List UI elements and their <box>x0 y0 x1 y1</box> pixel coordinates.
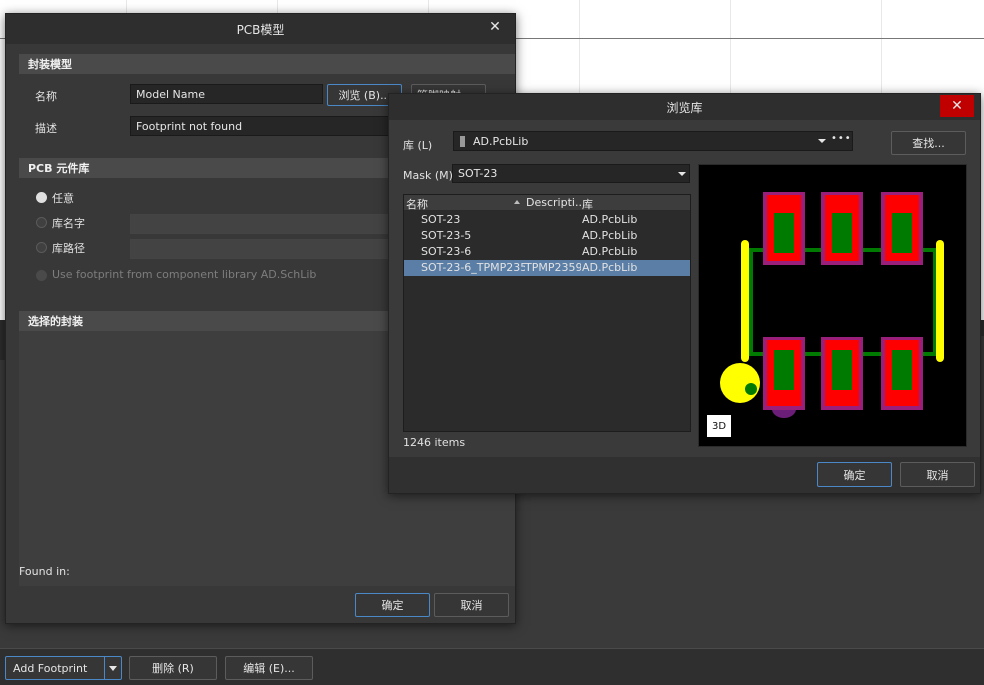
main-cancel-button[interactable]: 取消 <box>434 593 509 617</box>
library-select[interactable]: AD.PcbLib ••• <box>453 131 853 151</box>
column-header-library[interactable]: 库 <box>582 196 593 212</box>
library-file-icon <box>460 135 465 147</box>
list-item[interactable]: SOT-23 AD.PcbLib <box>404 212 690 228</box>
add-footprint-button[interactable]: Add Footprint <box>5 656 105 680</box>
row-name: SOT-23-5 <box>421 229 472 242</box>
edit-label: 编辑 (E)... <box>243 662 295 675</box>
browse-cancel-label: 取消 <box>926 468 949 482</box>
preview-3d-label: 3D <box>711 420 727 432</box>
browse-ok-label: 确定 <box>843 468 866 482</box>
close-icon[interactable]: ✕ <box>940 95 974 117</box>
edit-button[interactable]: 编辑 (E)... <box>225 656 313 680</box>
row-library: AD.PcbLib <box>582 229 638 242</box>
row-name: SOT-23 <box>421 213 461 226</box>
selected-footprint-section-label: 选择的封装 <box>28 315 83 328</box>
library-select-value: AD.PcbLib <box>473 134 529 148</box>
bottom-pads <box>763 337 923 410</box>
mask-input[interactable]: SOT-23 <box>452 164 690 183</box>
browse-ok-button[interactable]: 确定 <box>817 462 892 487</box>
dialog-title: PCB模型 <box>236 22 285 37</box>
dropdown-arrow-icon <box>818 139 826 143</box>
mask-value: SOT-23 <box>458 167 498 180</box>
find-label: 查找... <box>912 137 945 150</box>
close-icon[interactable]: ✕ <box>483 14 507 40</box>
list-item[interactable]: SOT-23-5 AD.PcbLib <box>404 228 690 244</box>
column-header-description[interactable]: Descripti... <box>526 196 585 209</box>
model-name-field[interactable]: Model Name <box>130 84 323 104</box>
library-label: 库 (L) <box>403 139 433 152</box>
list-item[interactable]: SOT-23-6 AD.PcbLib <box>404 244 690 260</box>
row-library: AD.PcbLib <box>582 261 638 274</box>
use-footprint-label: Use footprint from component library AD.… <box>52 268 317 281</box>
footprint-model-section-label: 封装模型 <box>28 58 72 71</box>
description-label: 描述 <box>35 122 57 135</box>
row-name: SOT-23-6 <box>421 245 472 258</box>
column-header-name[interactable]: 名称 <box>406 196 428 212</box>
browse-dialog-titlebar: 浏览库 <box>389 94 980 120</box>
pcb-model-dialog-titlebar: PCB模型 <box>6 14 515 44</box>
add-footprint-dropdown[interactable] <box>104 656 122 680</box>
list-item-selected[interactable]: SOT-23-6_TPMP2359 TPMP2359 AD.PcbLib <box>404 260 690 276</box>
footprint-model-section: 封装模型 <box>19 54 515 74</box>
use-footprint-radio[interactable] <box>36 270 47 281</box>
radio-lib-name[interactable] <box>36 217 47 228</box>
preview-3d-button[interactable]: 3D <box>707 415 731 437</box>
add-footprint-label: Add Footprint <box>13 661 88 675</box>
top-pads <box>763 192 923 265</box>
dropdown-arrow-icon <box>678 172 686 176</box>
browse-cancel-button[interactable]: 取消 <box>900 462 975 487</box>
row-description: TPMP2359 <box>525 261 581 274</box>
main-cancel-label: 取消 <box>460 599 483 612</box>
browse-dialog-title: 浏览库 <box>666 100 703 115</box>
find-button[interactable]: 查找... <box>891 131 966 155</box>
item-count: 1246 items <box>403 436 466 449</box>
radio-lib-path[interactable] <box>36 242 47 253</box>
sort-up-icon <box>514 200 520 204</box>
radio-lib-path-label: 库路径 <box>52 242 85 255</box>
row-name: SOT-23-6_TPMP2359 <box>421 261 525 274</box>
row-library: AD.PcbLib <box>582 245 638 258</box>
browse-library-dialog: 浏览库 ✕ 库 (L) AD.PcbLib ••• 查找... Mask (M)… <box>388 93 981 494</box>
delete-label: 删除 (R) <box>152 662 194 675</box>
more-icon[interactable]: ••• <box>831 133 852 144</box>
footprint-list[interactable]: 名称 Descripti... 库 SOT-23 AD.PcbLib SOT-2… <box>403 194 691 432</box>
description-value: Footprint not found <box>136 119 243 133</box>
bottom-toolbar: Add Footprint 删除 (R) 编辑 (E)... <box>0 648 984 685</box>
caret-down-icon <box>109 665 117 671</box>
mask-label: Mask (M) <box>403 169 453 182</box>
origin-marker <box>745 383 757 395</box>
radio-lib-name-label: 库名字 <box>52 217 85 230</box>
main-ok-label: 确定 <box>381 599 404 612</box>
radio-any[interactable] <box>36 192 47 203</box>
footprint-graphic <box>720 192 944 418</box>
found-in-label: Found in: <box>19 565 70 578</box>
name-label: 名称 <box>35 90 57 103</box>
pcb-library-section-label: PCB 元件库 <box>28 162 90 175</box>
radio-any-label: 任意 <box>52 192 74 205</box>
model-name-value: Model Name <box>136 87 205 101</box>
main-ok-button[interactable]: 确定 <box>355 593 430 617</box>
footprint-preview[interactable]: 3D <box>698 164 967 447</box>
delete-button[interactable]: 删除 (R) <box>129 656 217 680</box>
row-library: AD.PcbLib <box>582 213 638 226</box>
list-header: 名称 Descripti... 库 <box>404 195 690 211</box>
browse-label: 浏览 (B)... <box>338 89 391 102</box>
